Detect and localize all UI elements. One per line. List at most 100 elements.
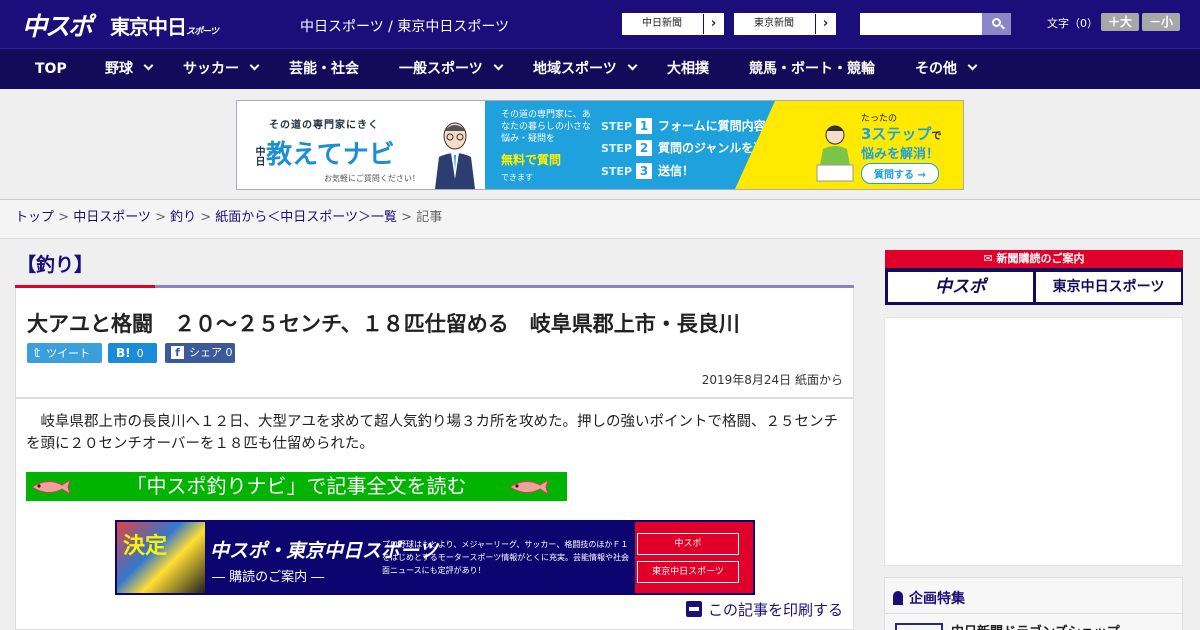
breadcrumb-separator: > xyxy=(150,210,171,225)
breadcrumb-separator: > xyxy=(196,210,216,225)
ad-diagonal xyxy=(735,101,775,189)
breadcrumb-link-fishing[interactable]: 釣り xyxy=(170,210,196,225)
nav-label: 野球 xyxy=(105,61,133,77)
twitter-share-label: ツイート xyxy=(46,347,91,360)
tokyo-chunichi-logo-text: 東京中日 xyxy=(110,15,187,39)
subscription-header: ✉ 新聞購読のご案内 xyxy=(885,250,1183,268)
tokyo-chunichi-logo[interactable]: 東京中日スポーツ xyxy=(110,11,219,40)
nav-item-sumo[interactable]: 大相撲 xyxy=(667,49,709,90)
printer-icon xyxy=(685,601,702,617)
sidebar-ad-slot xyxy=(884,317,1183,566)
ad-right-big-text: 3ステップ xyxy=(861,125,932,143)
sidebar-subscription: ✉ 新聞購読のご案内 中スポ 東京中日スポーツ xyxy=(885,250,1183,305)
chevron-down-icon xyxy=(143,60,154,71)
newspaper-thumbnail: 決定 xyxy=(117,522,205,593)
facebook-share-label: シェア xyxy=(189,346,222,359)
chuspo-logo[interactable]: 中スポ xyxy=(22,7,93,43)
subscription-promo-banner[interactable]: 決定 中スポ・東京中日スポーツ ― 購読のご案内 ― プロ野球はもとより、メジャ… xyxy=(115,520,755,595)
nav-label: 大相撲 xyxy=(667,61,709,77)
special-features-heading: 企画特集 xyxy=(893,588,965,608)
facebook-share-button[interactable]: f シェア 0 xyxy=(165,343,235,363)
tokyo-shimbun-link[interactable]: 東京新聞 › xyxy=(734,13,836,35)
nav-item-general-sports[interactable]: 一般スポーツ xyxy=(399,49,504,90)
breadcrumb-link-list[interactable]: 紙面から＜中日スポーツ＞一覧 xyxy=(215,210,397,225)
step-label: STEP xyxy=(601,120,633,133)
step-number: 3 xyxy=(636,163,653,179)
article-category: 【釣り】 xyxy=(17,254,94,276)
nav-item-top[interactable]: TOP xyxy=(35,49,67,90)
ad-step-3: STEP 3 送信！ xyxy=(601,162,694,179)
nav-label: 芸能・社会 xyxy=(289,61,359,77)
ad-left-panel: その道の専門家にきく 中日教えてナビ お気軽にご質問ください！ xyxy=(237,101,485,189)
nav-label: 競馬・ボート・競輪 xyxy=(749,61,875,77)
nav-item-baseball[interactable]: 野球 xyxy=(105,49,154,90)
promo-subtitle: ― 購読のご案内 ― xyxy=(212,570,325,585)
chunichi-shimbun-link[interactable]: 中日新聞 › xyxy=(622,13,724,35)
twitter-icon: 𝕥 xyxy=(34,346,41,360)
nav-label: サッカー xyxy=(183,61,239,77)
ad-right-de: で xyxy=(931,131,942,142)
site-title: 中日スポーツ / 東京中日スポーツ xyxy=(300,19,510,35)
ad-tagline: その道の専門家にきく xyxy=(269,120,379,131)
ad-brand-prefix: 中日 xyxy=(253,145,264,166)
divider xyxy=(0,238,1200,239)
twitter-share-button[interactable]: 𝕥 ツイート xyxy=(27,343,102,363)
ad-ask-button[interactable]: 質問する → xyxy=(861,163,939,184)
nav-item-keiba[interactable]: 競馬・ボート・競輪 xyxy=(749,49,875,90)
step-number: 2 xyxy=(636,140,653,156)
oshiete-navi-ad[interactable]: その道の専門家にきく 中日教えてナビ お気軽にご質問ください！ その道の専門家に… xyxy=(236,100,964,190)
expert-illustration-icon xyxy=(435,122,475,189)
promo-chuspo-button[interactable]: 中スポ xyxy=(637,533,739,555)
breadcrumb-link-chunichi-sports[interactable]: 中日スポーツ xyxy=(73,210,151,225)
divider xyxy=(885,613,1184,614)
person-with-laptop-icon xyxy=(816,125,854,182)
breadcrumb: トップ > 中日スポーツ > 釣り > 紙面から＜中日スポーツ＞一覧 > 記事 xyxy=(0,200,1200,238)
dragons-shop-link[interactable]: 中日新聞ドラゴンズショップ xyxy=(951,621,1120,630)
font-smaller-button[interactable]: －小 xyxy=(1142,13,1180,31)
article-header: 大アユと格闘 ２０～２５センチ、１８匹仕留める 岐阜県郡上市・長良川 𝕥 ツイート… xyxy=(15,288,854,398)
ad-can-text: できます xyxy=(501,173,533,182)
ad-mid-panel: その道の専門家に、あなたの暮らしの小さな悩み・疑問を 無料で質問 できます ST… xyxy=(485,101,802,189)
nav-item-entertainment[interactable]: 芸能・社会 xyxy=(289,49,359,90)
special-features-title: 企画特集 xyxy=(909,591,965,607)
step-label: STEP xyxy=(601,142,633,155)
ad-brand-text: 教えてナビ xyxy=(266,140,395,170)
print-article-link[interactable]: この記事を印刷する xyxy=(685,599,843,620)
tsuri-navi-link[interactable]: 「中スポ釣りナビ」で記事全文を読む xyxy=(26,472,567,501)
breadcrumb-current: 記事 xyxy=(416,210,443,225)
hatena-icon: B! xyxy=(116,346,131,360)
breadcrumb-separator: > xyxy=(54,210,74,225)
nav-item-local-sports[interactable]: 地域スポーツ xyxy=(533,49,638,90)
promo-button-panel: 中スポ 東京中日スポーツ xyxy=(635,522,753,593)
breadcrumb-separator: > xyxy=(397,210,417,225)
nav-item-soccer[interactable]: サッカー xyxy=(183,49,260,90)
article-body: 岐阜県郡上市の長良川へ１２日、大型アユを求めて超人気釣り場３カ所を攻めた。押しの… xyxy=(15,398,854,630)
ad-right-panel: たったの 3ステップで 悩みを解消！ 質問する → xyxy=(735,101,963,189)
print-article-label: この記事を印刷する xyxy=(707,601,843,619)
nav-label: 一般スポーツ xyxy=(399,61,483,77)
sea-bream-icon xyxy=(509,478,549,496)
font-bigger-button[interactable]: ＋大 xyxy=(1101,13,1139,31)
sidebar-chuspo-button[interactable]: 中スポ xyxy=(888,272,1033,302)
sidebar-tokyo-chunichi-button[interactable]: 東京中日スポーツ xyxy=(1036,272,1181,302)
dragons-shop-thumbnail[interactable] xyxy=(895,623,943,630)
chevron-down-icon xyxy=(967,60,978,71)
tokyo-chunichi-logo-sub: スポーツ xyxy=(186,27,219,37)
article-dateline: 2019年8月24日 紙面から xyxy=(701,373,843,387)
breadcrumb-link-top[interactable]: トップ xyxy=(15,210,54,225)
chevron-right-icon: › xyxy=(815,14,835,34)
search-button[interactable] xyxy=(982,13,1011,35)
nav-item-other[interactable]: その他 xyxy=(915,49,978,90)
tsuri-navi-link-text: 「中スポ釣りナビ」で記事全文を読む xyxy=(126,474,467,498)
step-text: 送信！ xyxy=(658,164,695,178)
article-headline: 大アユと格闘 ２０～２５センチ、１８匹仕留める 岐阜県郡上市・長良川 xyxy=(27,312,740,336)
subscription-header-text: 新聞購読のご案内 xyxy=(996,252,1085,265)
nav-label: 地域スポーツ xyxy=(533,61,617,77)
chevron-down-icon xyxy=(493,60,504,71)
chevron-down-icon xyxy=(627,60,638,71)
hatena-bookmark-button[interactable]: B! 0 xyxy=(108,343,157,363)
search-input[interactable] xyxy=(860,13,982,35)
ribbon-icon xyxy=(893,591,903,605)
thumbnail-headline: 決定 xyxy=(123,534,168,559)
promo-tokyo-chunichi-button[interactable]: 東京中日スポーツ xyxy=(637,561,739,583)
